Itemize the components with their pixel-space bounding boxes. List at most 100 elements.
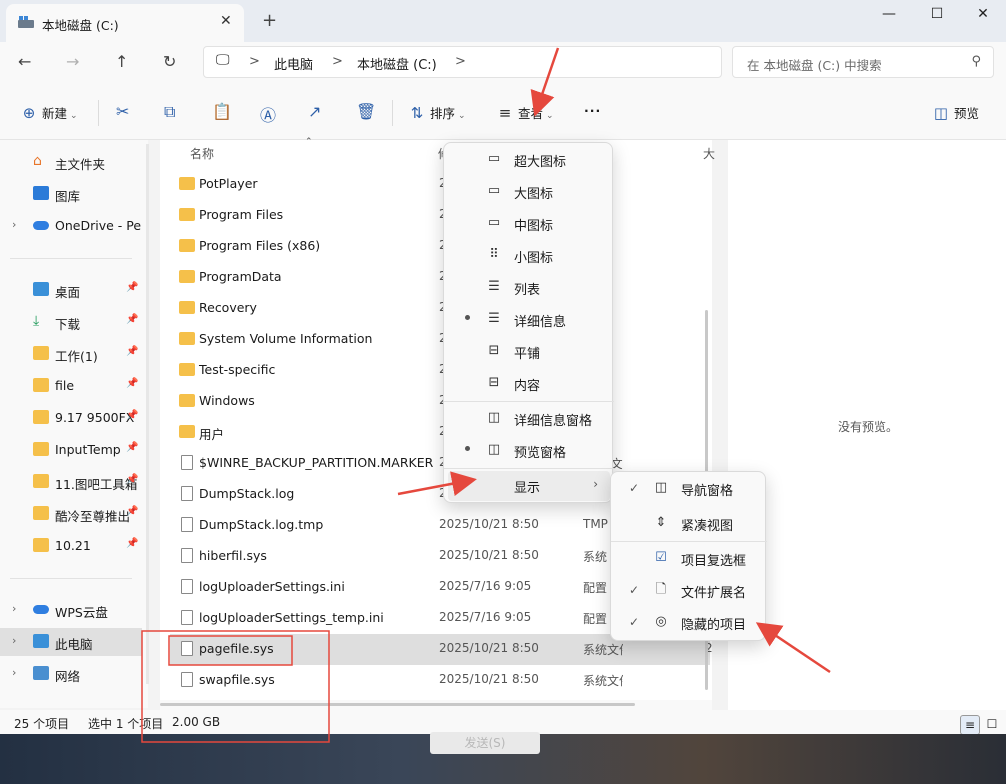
horizontal-scrollbar[interactable] [160,700,712,710]
table-row[interactable]: Windows2夹 [170,386,710,417]
sidebar-item-wps-cloud[interactable]: › WPS云盘 [0,596,142,624]
sidebar-item-inputtemp[interactable]: InputTemp 📌 [0,436,142,464]
sidebar-item-tuba[interactable]: 11.图吧工具箱 📌 [0,468,142,496]
up-icon[interactable]: ↑ [115,52,128,71]
column-header-size[interactable]: 大 [703,145,715,162]
back-icon[interactable]: ← [18,52,31,71]
menu-item-view-10[interactable]: 显示 › [448,471,610,501]
plus-circle-icon: ⊕ [22,104,36,122]
table-row[interactable]: Program Files (x86)2夹 [170,231,710,262]
breadcrumb-local-disk[interactable]: 本地磁盘 (C:) [357,54,437,73]
menu-item-view-8[interactable]: ◫ 详细信息窗格 [448,404,610,434]
table-row[interactable]: Program Files2夹 [170,200,710,231]
chevron-right-icon[interactable]: › [12,666,16,679]
table-row[interactable]: System Volume Information2夹 [170,324,710,355]
sidebar-item-file[interactable]: file 📌 [0,372,142,400]
sidebar-item-network[interactable]: › 网络 [0,660,142,688]
paste-icon[interactable]: 📋 [212,102,232,121]
pin-icon: 📌 [126,506,139,517]
close-window-button[interactable]: ✕ [960,2,1006,28]
close-tab-icon[interactable]: ✕ [220,13,232,29]
forward-icon[interactable]: → [66,52,79,71]
tab-local-disk[interactable]: 本地磁盘 (C:) ✕ [6,4,244,42]
menu-item-label: 导航窗格 [681,484,734,499]
file-date: 2025/10/21 8:50 [439,641,539,655]
sort-button[interactable]: ⇅ 排序 ⌄ [408,103,466,122]
breadcrumb-this-pc[interactable]: 此电脑 [274,54,313,73]
menu-item-label: 详细信息 [514,315,567,330]
new-button[interactable]: ⊕ 新建 ⌄ [20,103,78,122]
table-row[interactable]: PotPlayer2夹 [170,169,710,200]
chevron-right-icon[interactable]: › [12,602,16,615]
address-bar[interactable]: 🖵 > 此电脑 > 本地磁盘 (C:) > [203,46,722,78]
search-input[interactable]: 在 本地磁盘 (C:) 中搜索 ⚲ [732,46,994,78]
file-name: System Volume Information [199,331,373,346]
sidebar-item-this-pc[interactable]: › 此电脑 [0,628,142,656]
table-row[interactable]: Test-specific2夹 [170,355,710,386]
system-file-icon [181,548,193,563]
sidebar-item-1021[interactable]: 10.21 📌 [0,532,142,560]
minimize-button[interactable]: — [866,2,912,28]
table-row[interactable]: Recovery2夹 [170,293,710,324]
copy-icon[interactable]: ⧉ [164,102,175,122]
file-name: DumpStack.log.tmp [199,517,324,532]
file-name: 用户 [199,427,225,442]
preview-toggle-button[interactable]: ◫ 预览 [932,103,979,122]
breadcrumb-separator-icon[interactable]: > [455,54,466,69]
tiles-view-button[interactable]: ☐ [982,715,1002,734]
share-icon[interactable]: ↗ [308,102,321,121]
menu-item-view-4[interactable]: ☰ 列表 [448,273,610,303]
menu-item-view-9[interactable]: ◫ 预览窗格 [448,436,610,466]
divider [10,578,132,579]
menu-item-view-1[interactable]: ▭ 大图标 [448,177,610,207]
new-tab-button[interactable]: + [262,10,277,31]
sidebar-scrollbar[interactable] [146,144,149,684]
table-row[interactable]: swapfile.sys 2025/10/21 8:50 系统文件 [170,665,710,696]
pin-icon: 📌 [126,346,139,357]
sort-up-icon: ⌃ [305,137,313,147]
menu-item-view-0[interactable]: ▭ 超大图标 [448,145,610,175]
view-button[interactable]: ≡ 查看 ⌄ [496,103,554,122]
menu-item-view-6[interactable]: ⊟ 平铺 [448,337,610,367]
menu-item-show-1[interactable]: ⇕ 紧凑视图 [615,509,763,539]
table-row[interactable]: ProgramData2夹 [170,262,710,293]
menu-item-show-4[interactable]: ✓ ◎ 隐藏的项目 [615,608,763,638]
menu-item-show-0[interactable]: ✓ ◫ 导航窗格 [615,474,763,504]
delete-icon[interactable]: 🗑 [356,102,376,121]
sidebar-item-home[interactable]: ⌂ 主文件夹 [0,148,142,176]
file-name: swapfile.sys [199,672,275,687]
table-row[interactable]: 用户2夹 [170,417,710,448]
column-header-name[interactable]: 名称 [190,145,214,162]
divider [98,100,99,126]
sidebar-item-desktop[interactable]: 桌面 📌 [0,276,142,304]
pin-icon: 📌 [126,378,139,389]
sidebar-item-downloads[interactable]: ⤓ 下载 📌 [0,308,142,336]
folder-icon [33,442,49,456]
chevron-right-icon[interactable]: › [12,634,16,647]
menu-item-view-5[interactable]: ☰ 详细信息 [448,305,610,335]
menu-item-show-3[interactable]: ✓ 🗋 文件扩展名 [615,576,763,606]
sidebar-item-gallery[interactable]: 图库 [0,180,142,208]
maximize-button[interactable]: ☐ [914,2,960,28]
file-icon [181,486,193,501]
gallery-icon [33,186,49,200]
menu-item-view-7[interactable]: ⊟ 内容 [448,369,610,399]
menu-item-view-3[interactable]: ⠿ 小图标 [448,241,610,271]
menu-item-show-2[interactable]: ☑ 项目复选框 [615,544,763,574]
menu-item-label: 项目复选框 [681,554,747,569]
file-name: Program Files [199,207,284,222]
sidebar-item-onedrive[interactable]: › OneDrive - Per [0,212,142,240]
menu-item-view-2[interactable]: ▭ 中图标 [448,209,610,239]
details-view-button[interactable]: ≡ [960,715,980,734]
more-options-button[interactable]: ··· [584,103,601,118]
hidden-items-icon: ◎ [655,614,667,629]
sidebar-item-917[interactable]: 9.17 9500FX 📌 [0,404,142,432]
refresh-icon[interactable]: ↻ [163,52,176,71]
rename-icon[interactable]: Ⓐ [260,102,276,126]
cut-icon[interactable]: ✂ [116,102,129,121]
sidebar-item-work[interactable]: 工作(1) 📌 [0,340,142,368]
item-count: 25 个项目 [14,717,70,731]
scroll-thumb[interactable] [160,703,635,706]
sidebar-item-coolermaster[interactable]: 酷冷至尊推出 📌 [0,500,142,528]
chevron-right-icon[interactable]: › [12,218,16,231]
